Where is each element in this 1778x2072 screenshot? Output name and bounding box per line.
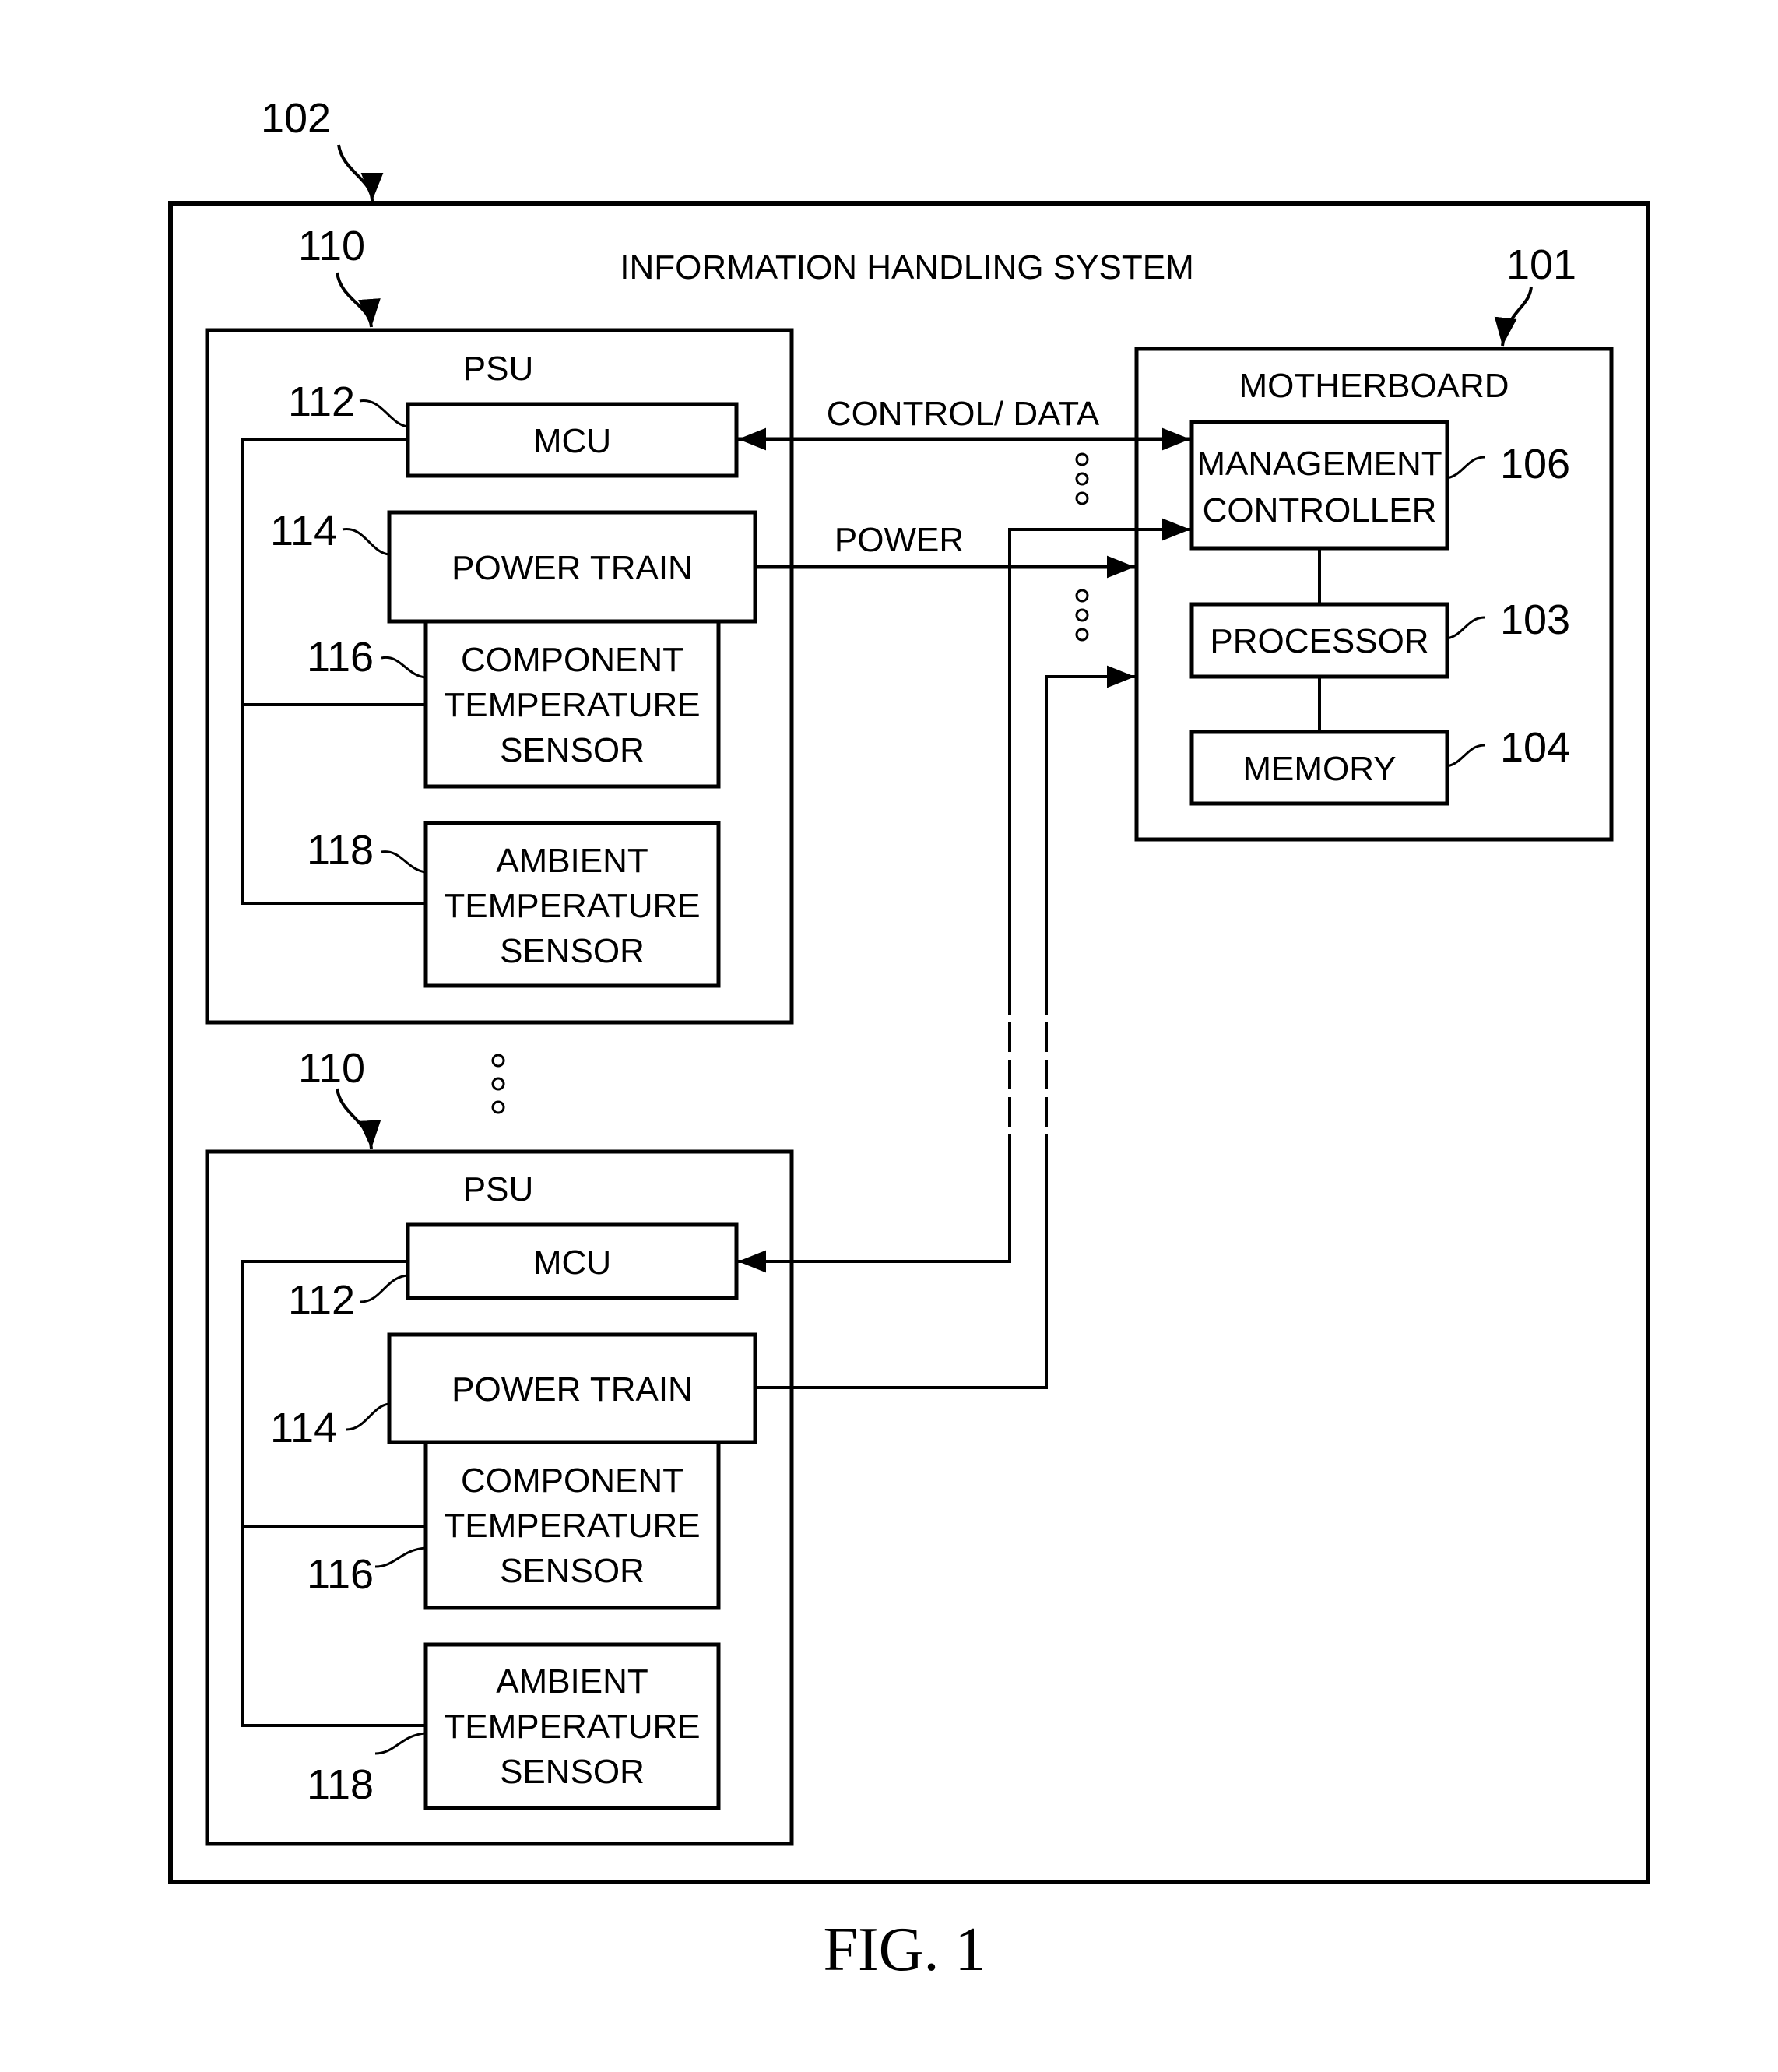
psu-2-title: PSU [463, 1170, 533, 1208]
power-label: POWER [835, 521, 964, 559]
psu-1-ambient-sensor-line-3: SENSOR [500, 932, 645, 970]
management-controller-ref: 106 [1500, 441, 1570, 487]
psu-1-ambient-sensor-line-1: AMBIENT [496, 842, 648, 880]
psu-2-component-sensor-line-3: SENSOR [500, 1552, 645, 1590]
psu-1: 110 PSU MCU 112 POWER TRAIN 114 COMPONEN… [205, 223, 794, 1025]
motherboard-title: MOTHERBOARD [1239, 367, 1509, 405]
psu-1-title: PSU [463, 350, 533, 388]
psu-1-power-train-ref: 114 [270, 508, 337, 554]
psu-2-ambient-sensor-line-1: AMBIENT [496, 1662, 648, 1701]
motherboard-ref: 101 [1506, 241, 1576, 288]
ref-102: 102 [261, 95, 331, 142]
psu-2: 110 PSU MCU 112 POWER TRAIN 114 COMPONEN… [205, 1045, 794, 1846]
psu-2-mcu-label: MCU [533, 1244, 611, 1282]
psu-2-ref: 110 [298, 1045, 365, 1092]
psu-1-component-sensor-line-2: TEMPERATURE [444, 686, 700, 724]
psu-1-component-sensor-ref: 116 [307, 634, 374, 681]
psu-2-power-train-label: POWER TRAIN [452, 1370, 693, 1409]
psu-2-mcu-ref: 112 [288, 1277, 355, 1324]
processor-ref: 103 [1500, 596, 1570, 643]
psu-2-ambient-sensor-ref: 118 [307, 1761, 374, 1808]
psu-2-component-sensor-line-2: TEMPERATURE [444, 1507, 700, 1545]
psu-1-component-sensor-line-1: COMPONENT [461, 641, 683, 679]
management-controller-line-1: MANAGEMENT [1196, 445, 1442, 483]
figure-caption: FIG. 1 [824, 1915, 986, 1984]
psu-1-ambient-sensor-line-2: TEMPERATURE [444, 887, 700, 925]
memory-label: MEMORY [1242, 750, 1396, 788]
psu-2-power-train-ref: 114 [270, 1405, 337, 1451]
psu-2-ambient-sensor-line-2: TEMPERATURE [444, 1708, 700, 1746]
system-title: INFORMATION HANDLING SYSTEM [620, 248, 1193, 287]
psu-1-mcu-label: MCU [533, 422, 611, 460]
psu-2-component-sensor-line-1: COMPONENT [461, 1462, 683, 1500]
patent-figure: 102 INFORMATION HANDLING SYSTEM 110 PSU … [168, 95, 1650, 1984]
management-controller-line-2: CONTROLLER [1203, 491, 1437, 529]
psu-1-ambient-sensor-ref: 118 [307, 827, 374, 874]
memory-ref: 104 [1500, 724, 1570, 771]
processor-label: PROCESSOR [1210, 622, 1428, 660]
psu-1-ref: 110 [298, 223, 365, 269]
psu-2-ambient-sensor-line-3: SENSOR [500, 1753, 645, 1791]
control-data-label: CONTROL/ DATA [827, 395, 1100, 433]
psu-1-power-train-label: POWER TRAIN [452, 549, 693, 587]
ref-102-leader-arrow [337, 144, 384, 202]
psu-1-component-sensor-line-3: SENSOR [500, 731, 645, 769]
psu-2-component-sensor-ref: 116 [307, 1551, 374, 1598]
psu-1-mcu-ref: 112 [288, 378, 355, 425]
